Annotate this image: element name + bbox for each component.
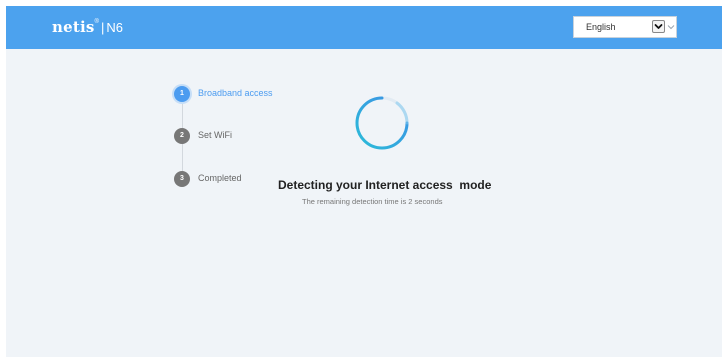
language-select-value: English bbox=[586, 22, 616, 32]
loading-spinner-icon bbox=[353, 94, 411, 152]
brand-separator: | bbox=[100, 20, 105, 35]
top-header-bar: netis® | N6 English bbox=[6, 6, 722, 49]
chevron-down-icon[interactable] bbox=[666, 22, 676, 32]
brand-registered-mark: ® bbox=[94, 19, 99, 25]
page-container: netis® | N6 English 1 Broadband access 2 S… bbox=[6, 6, 722, 357]
step-number-badge: 2 bbox=[174, 128, 190, 144]
step-number-badge: 1 bbox=[174, 86, 190, 102]
detection-title: Detecting your Internet access mode bbox=[278, 178, 492, 192]
language-select[interactable]: English bbox=[573, 16, 677, 38]
step-label: Broadband access bbox=[198, 88, 273, 98]
brand-logo: netis® | N6 bbox=[52, 18, 123, 37]
detection-countdown-text: The remaining detection time is 2 second… bbox=[302, 197, 443, 206]
language-dropdown-button[interactable] bbox=[652, 20, 665, 33]
brand-name: netis bbox=[52, 18, 95, 36]
model-name: N6 bbox=[106, 20, 123, 35]
step-label: Set WiFi bbox=[198, 130, 233, 140]
chevron-down-icon bbox=[654, 24, 663, 29]
